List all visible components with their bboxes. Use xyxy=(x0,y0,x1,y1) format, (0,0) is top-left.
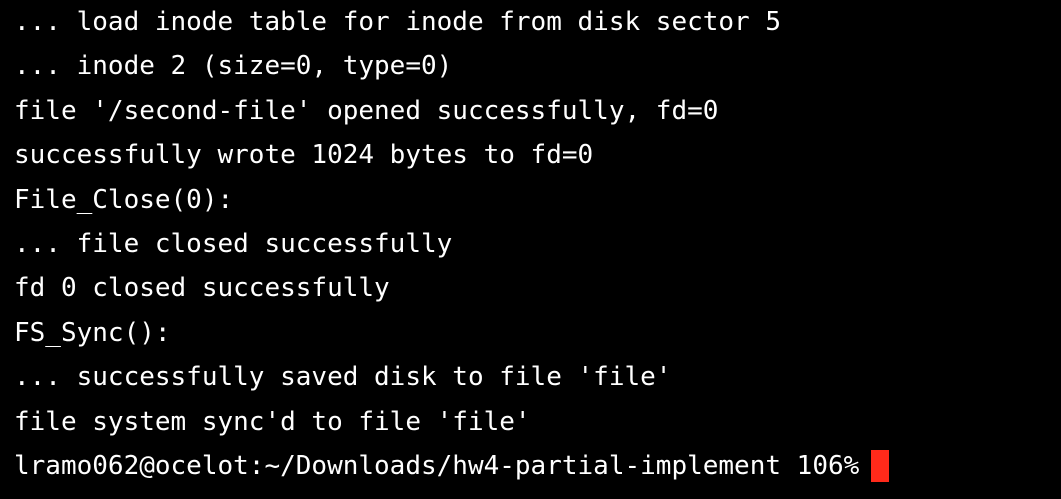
output-line: successfully wrote 1024 bytes to fd=0 xyxy=(14,140,594,171)
terminal-window[interactable]: ... load inode table for inode from disk… xyxy=(0,0,1061,499)
output-line: ... file closed successfully xyxy=(14,228,453,259)
command-prompt[interactable]: lramo062@ocelot:~/Downloads/hw4-partial-… xyxy=(14,444,1061,488)
output-line: FS_Sync(): xyxy=(14,317,171,348)
output-line: ... inode 2 (size=0, type=0) xyxy=(14,51,453,82)
prompt-text: lramo062@ocelot:~/Downloads/hw4-partial-… xyxy=(14,451,860,482)
output-line: File_Close(0): xyxy=(14,184,234,215)
output-line: ... load inode table for inode from disk… xyxy=(14,7,782,37)
output-line: ... successfully saved disk to file 'fil… xyxy=(14,362,672,393)
output-line: fd 0 closed successfully xyxy=(14,273,390,304)
text-cursor xyxy=(871,450,890,483)
output-line: file system sync'd to file 'file' xyxy=(14,406,531,437)
output-line: file '/second-file' opened successfully,… xyxy=(14,95,719,126)
